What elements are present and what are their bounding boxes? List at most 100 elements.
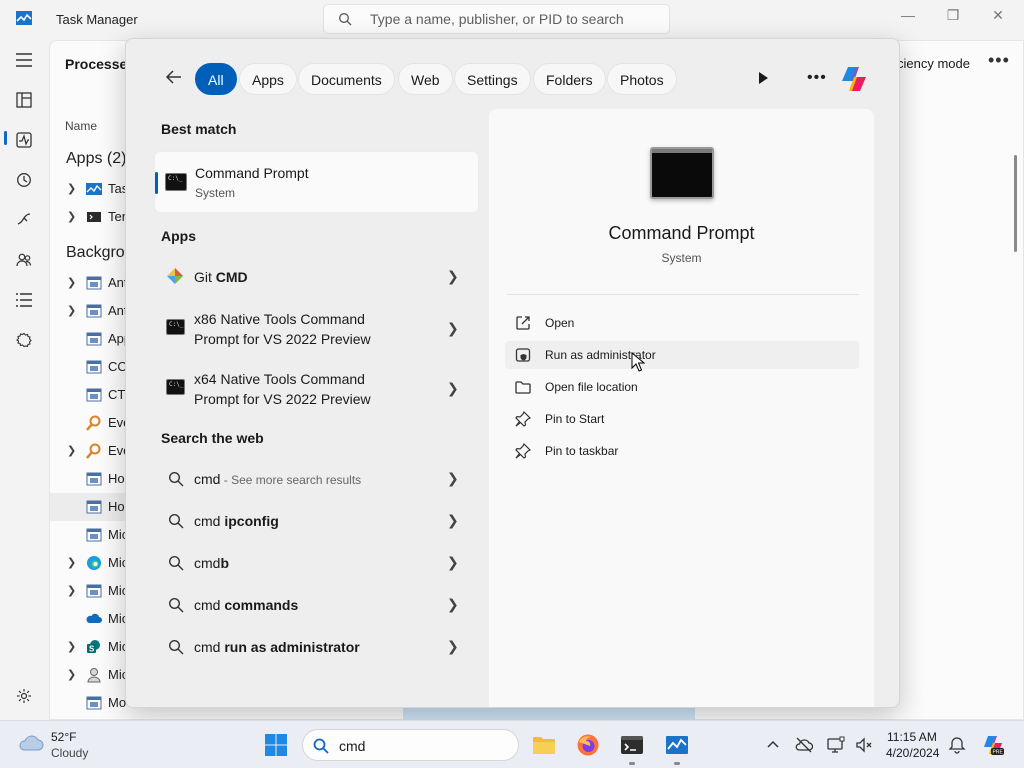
process-search-box[interactable]: [323, 4, 670, 34]
web-result[interactable]: cmd commands ❯: [154, 593, 479, 617]
back-arrow-icon[interactable]: [164, 67, 184, 87]
expand-chevron-icon[interactable]: ❯: [67, 584, 76, 597]
chevron-right-icon[interactable]: ❯: [447, 268, 459, 285]
tab-photos[interactable]: Photos: [607, 63, 677, 95]
chevron-up-icon[interactable]: [764, 736, 782, 754]
process-row[interactable]: ❯ Tas: [60, 175, 130, 203]
file-explorer-icon[interactable]: [532, 733, 556, 757]
tab-folders[interactable]: Folders: [533, 63, 606, 95]
cloudy-weather-icon[interactable]: [18, 732, 44, 752]
settings-gear-icon[interactable]: [14, 686, 34, 706]
tab-web[interactable]: Web: [398, 63, 453, 95]
play-more-tabs-icon[interactable]: [756, 70, 770, 86]
process-row[interactable]: Mic: [60, 605, 130, 633]
process-search-input[interactable]: [370, 10, 660, 28]
performance-nav-icon[interactable]: [14, 130, 34, 150]
tab-settings[interactable]: Settings: [454, 63, 531, 95]
pin-to-taskbar-action[interactable]: Pin to taskbar: [505, 437, 859, 465]
expand-chevron-icon[interactable]: ❯: [67, 444, 76, 457]
notification-bell-icon[interactable]: [948, 736, 966, 754]
app-history-nav-icon[interactable]: [14, 170, 34, 190]
taskbar: 52°F Cloudy 11:15 AM 4/20/2024 PRE: [0, 720, 1024, 768]
process-row[interactable]: Mo: [60, 689, 130, 717]
process-row[interactable]: ❯ Mic: [60, 577, 130, 605]
chevron-right-icon[interactable]: ❯: [447, 380, 459, 397]
process-row[interactable]: ❯ Eve: [60, 437, 130, 465]
taskbar-search-box[interactable]: [302, 729, 519, 761]
users-nav-icon[interactable]: [14, 250, 34, 270]
run-as-administrator-action[interactable]: Run as administrator: [505, 341, 859, 369]
process-row[interactable]: ❯ S Mic: [60, 633, 130, 661]
minimize-button[interactable]: —: [885, 4, 931, 26]
firefox-icon[interactable]: [576, 733, 600, 757]
process-row[interactable]: App: [60, 325, 131, 353]
close-button[interactable]: ✕: [975, 4, 1021, 26]
search-icon: [339, 13, 352, 26]
process-row[interactable]: ❯ Mic: [60, 661, 130, 689]
clock-date[interactable]: 4/20/2024: [886, 746, 939, 760]
windows-start-icon[interactable]: [264, 733, 288, 757]
weather-condition[interactable]: Cloudy: [51, 746, 88, 760]
expand-chevron-icon[interactable]: ❯: [67, 276, 76, 289]
app-result-git-cmd[interactable]: Git CMD ❯: [154, 261, 479, 293]
open-file-location-action[interactable]: Open file location: [505, 373, 859, 401]
more-options-button[interactable]: •••: [807, 69, 827, 87]
process-row[interactable]: Mic: [60, 521, 130, 549]
chevron-right-icon[interactable]: ❯: [447, 596, 459, 613]
process-row[interactable]: ❯ Ant: [60, 297, 130, 325]
startup-apps-nav-icon[interactable]: [14, 210, 34, 230]
web-result[interactable]: cmd - See more search results ❯: [154, 467, 479, 491]
cloud-offline-icon[interactable]: [795, 736, 813, 754]
process-row[interactable]: CTI: [60, 381, 130, 409]
close-icon: ✕: [992, 6, 1004, 23]
chevron-right-icon[interactable]: ❯: [447, 554, 459, 571]
tab-apps[interactable]: Apps: [239, 63, 297, 95]
expand-chevron-icon[interactable]: ❯: [67, 304, 76, 317]
web-result[interactable]: cmdb ❯: [154, 551, 479, 575]
expand-chevron-icon[interactable]: ❯: [67, 668, 76, 681]
taskbar-search-input[interactable]: [339, 737, 509, 755]
clock-time[interactable]: 11:15 AM: [887, 730, 937, 744]
weather-temperature[interactable]: 52°F: [51, 730, 76, 744]
task-manager-icon[interactable]: [665, 733, 689, 757]
copilot-preview-icon[interactable]: PRE: [981, 733, 1005, 757]
services-nav-icon[interactable]: [14, 330, 34, 350]
more-options-button[interactable]: •••: [988, 50, 1010, 71]
process-row[interactable]: CO: [60, 353, 130, 381]
expand-chevron-icon[interactable]: ❯: [67, 556, 76, 569]
chevron-right-icon[interactable]: ❯: [447, 638, 459, 655]
terminal-icon[interactable]: [620, 733, 644, 757]
speaker-muted-icon[interactable]: [855, 736, 873, 754]
chevron-right-icon[interactable]: ❯: [447, 320, 459, 337]
scrollbar-thumb[interactable]: [1014, 155, 1017, 252]
column-header-name[interactable]: Name: [65, 119, 97, 133]
pin-icon: [515, 411, 531, 427]
chevron-right-icon[interactable]: ❯: [447, 470, 459, 487]
chevron-right-icon[interactable]: ❯: [447, 512, 459, 529]
tab-all[interactable]: All: [195, 63, 237, 95]
web-result[interactable]: cmd run as administrator ❯: [154, 635, 479, 659]
process-row[interactable]: ❯ Ter: [60, 203, 130, 231]
processes-nav-icon[interactable]: [14, 90, 34, 110]
pin-to-start-action[interactable]: Pin to Start: [505, 405, 859, 433]
open-action[interactable]: Open: [505, 309, 859, 337]
app-result-x64-native-tools[interactable]: x64 Native Tools Command Prompt for VS 2…: [154, 367, 479, 411]
expand-chevron-icon[interactable]: ❯: [67, 182, 76, 195]
expand-chevron-icon[interactable]: ❯: [67, 640, 76, 653]
web-result[interactable]: cmd ipconfig ❯: [154, 509, 479, 533]
maximize-button[interactable]: ❐: [930, 4, 976, 26]
hamburger-menu-icon[interactable]: [14, 50, 34, 70]
process-row[interactable]: ❯ Ant: [60, 269, 130, 297]
copilot-icon[interactable]: [838, 63, 870, 95]
details-nav-icon[interactable]: [14, 290, 34, 310]
monitor-display-icon[interactable]: [827, 736, 845, 754]
process-row[interactable]: Eve: [60, 409, 130, 437]
tab-documents[interactable]: Documents: [298, 63, 395, 95]
process-row[interactable]: ❯ Mic: [60, 549, 130, 577]
expand-chevron-icon[interactable]: ❯: [67, 210, 76, 223]
best-match-item[interactable]: Command Prompt System: [154, 151, 479, 213]
process-row[interactable]: Ho: [60, 465, 130, 493]
app-result-x86-native-tools[interactable]: x86 Native Tools Command Prompt for VS 2…: [154, 307, 479, 351]
process-row[interactable]: Ho: [60, 493, 130, 521]
efficiency-mode-button[interactable]: ciency mode: [897, 56, 970, 71]
